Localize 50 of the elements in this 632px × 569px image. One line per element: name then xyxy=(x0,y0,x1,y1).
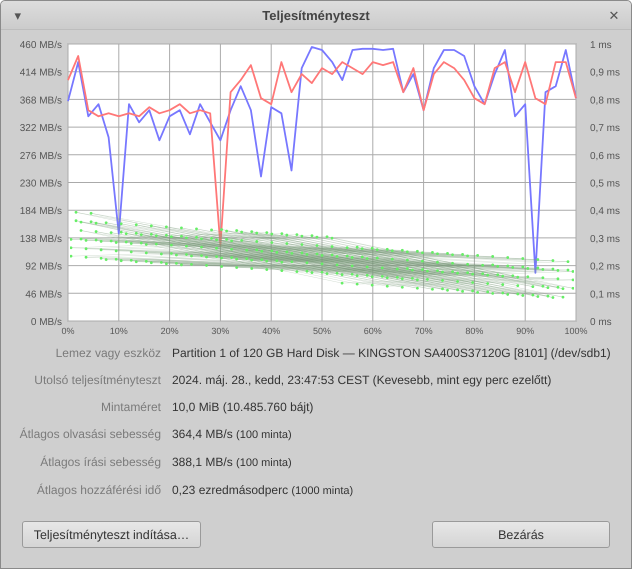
axis-label: 414 MB/s xyxy=(20,68,62,79)
axis-label: 80% xyxy=(465,326,484,336)
axis-label: 46 MB/s xyxy=(25,289,62,300)
axis-label: 92 MB/s xyxy=(25,262,62,273)
axis-label: 0,2 ms xyxy=(590,262,620,273)
axis-label: 0,7 ms xyxy=(590,123,620,134)
info-value: 2024. máj. 28., kedd, 23:47:53 CEST (Kevesebb, mint egy perc ezelőtt) xyxy=(172,372,552,388)
info-label: Átlagos hozzáférési idő xyxy=(36,482,161,499)
close-dialog-button[interactable]: Bezárás xyxy=(432,521,610,548)
axis-label: 0,9 ms xyxy=(590,68,620,79)
axis-label: 60% xyxy=(364,326,382,336)
axis-label: 368 MB/s xyxy=(20,95,62,106)
axis-label: 0 MB/s xyxy=(30,317,62,328)
axis-label: 276 MB/s xyxy=(20,150,62,162)
axis-label: 90% xyxy=(516,326,534,336)
axis-label: 70% xyxy=(414,326,433,336)
axis-label: 0 ms xyxy=(590,317,612,328)
axis-label: 460 MB/s xyxy=(20,40,62,51)
info-label: Mintaméret xyxy=(100,399,161,415)
axis-label: 0,5 ms xyxy=(590,178,620,190)
close-button[interactable]: ✕ xyxy=(606,8,621,22)
info-value: 0,23 ezredmásodperc (1000 minta) xyxy=(172,482,354,499)
info-label: Átlagos írási sebesség xyxy=(39,454,161,471)
axis-label: 40% xyxy=(262,326,280,336)
axis-label: 30% xyxy=(211,326,230,336)
axis-label: 138 MB/s xyxy=(20,234,62,245)
axis-label: 322 MB/s xyxy=(20,123,62,134)
info-value: 388,1 MB/s (100 minta) xyxy=(172,454,293,471)
axis-label: 100% xyxy=(564,326,588,336)
info-label: Átlagos olvasási sebesség xyxy=(18,426,161,443)
axis-label: 20% xyxy=(160,326,179,336)
start-benchmark-button[interactable]: Teljesítményteszt indítása… xyxy=(22,521,201,548)
axis-label: 0,6 ms xyxy=(590,150,620,162)
info-value: Partition 1 of 120 GB Hard Disk — KINGSTON SA400S37120G [8101] (/dev/sdb1) xyxy=(172,345,612,361)
axis-label: 0,4 ms xyxy=(590,206,620,218)
axis-label: 1 ms xyxy=(590,40,612,51)
menu-glyph[interactable]: ▾ xyxy=(11,8,25,22)
axis-label: 50% xyxy=(313,326,331,336)
axis-label: 10% xyxy=(110,326,128,336)
axis-label: 230 MB/s xyxy=(20,178,62,190)
info-value: 10,0 MiB (10.485.760 bájt) xyxy=(172,399,314,415)
axis-label: 184 MB/s xyxy=(20,206,62,218)
axis-label: 0,8 ms xyxy=(590,95,620,106)
axis-label: 0,1 ms xyxy=(590,289,620,300)
info-label: Lemez vagy eszköz xyxy=(54,345,161,361)
axis-label: 0% xyxy=(62,326,74,336)
info-value: 364,4 MB/s (100 minta) xyxy=(172,426,293,443)
window-title: Teljesítményteszt xyxy=(262,8,370,22)
axis-label: 0,3 ms xyxy=(590,234,620,245)
info-label: Utolsó teljesítményteszt xyxy=(33,372,161,388)
